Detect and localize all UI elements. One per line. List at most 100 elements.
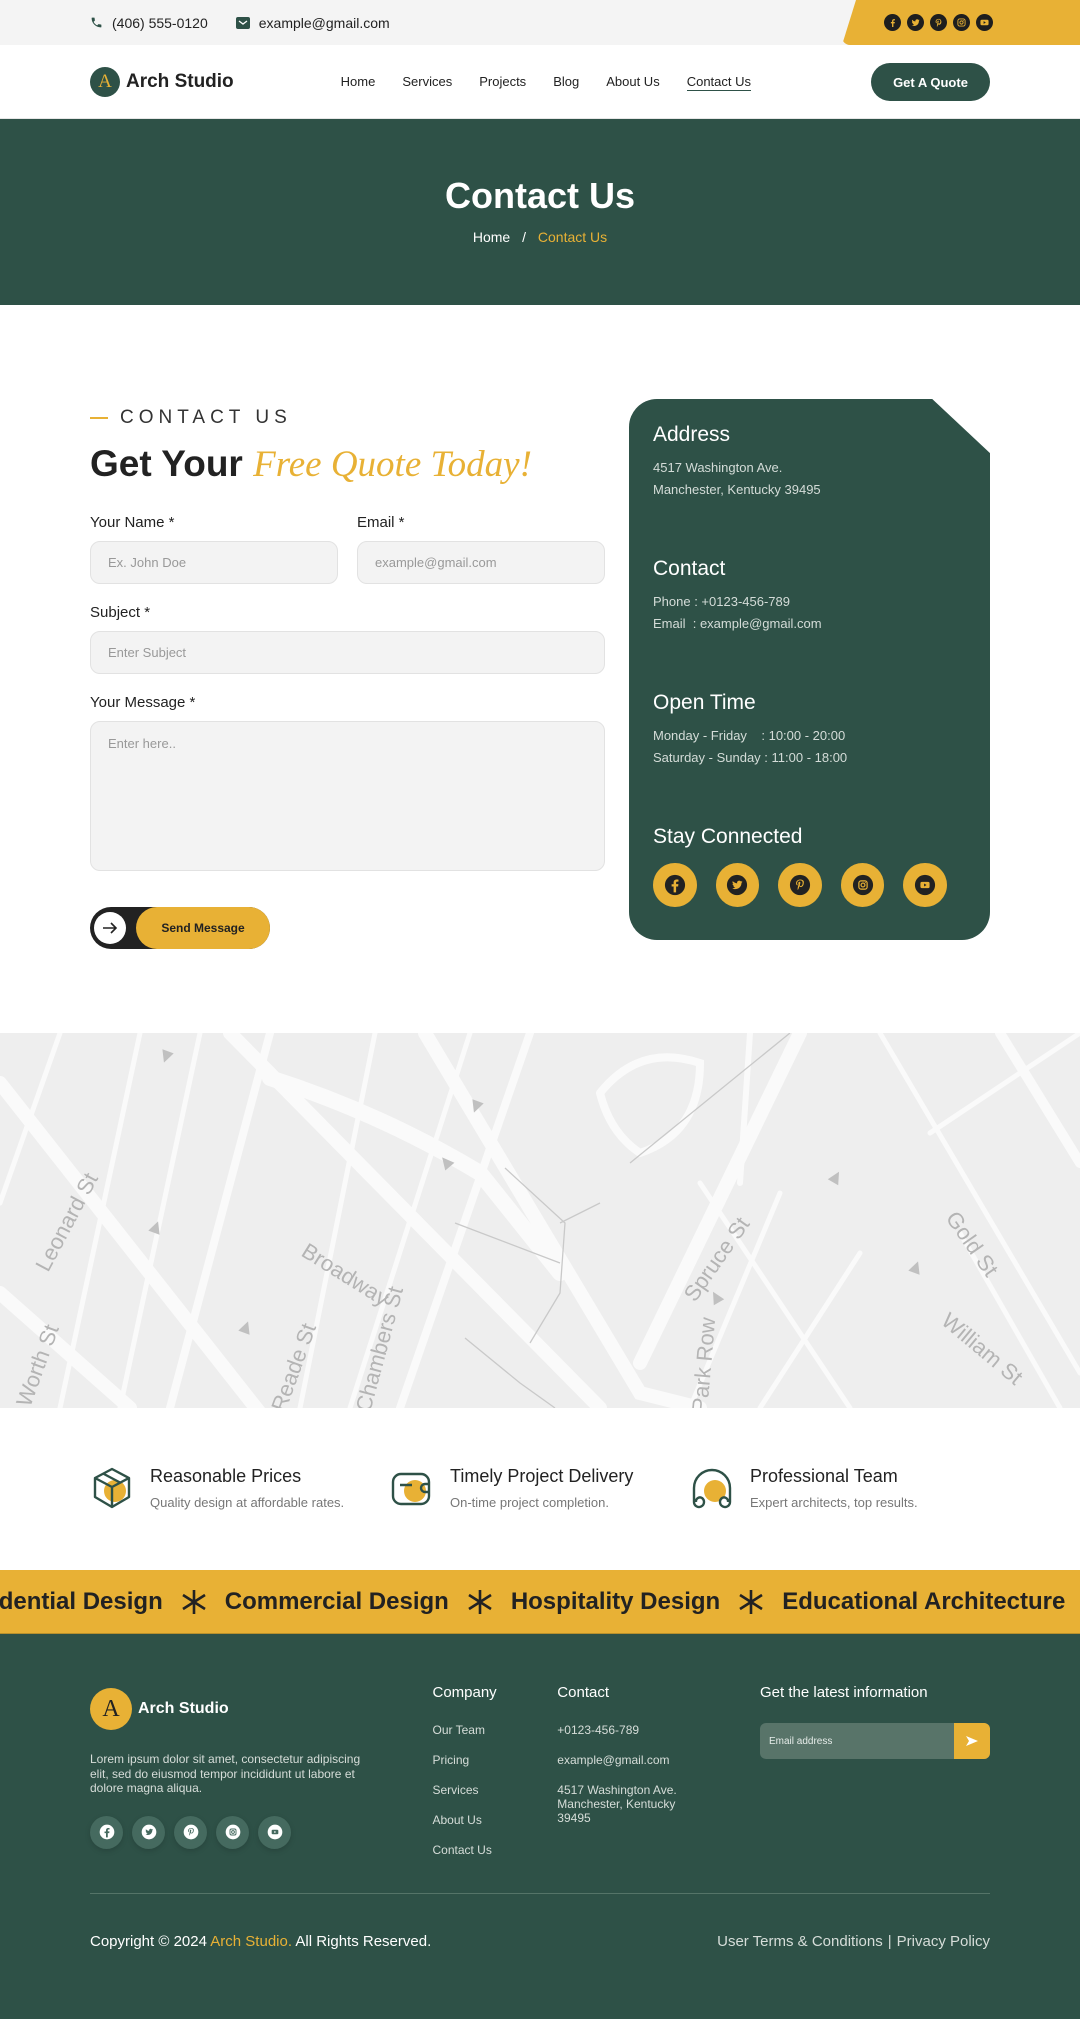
copyright-prefix: Copyright © 2024 xyxy=(90,1932,211,1950)
marquee-track: Residential Design Commercial Design Hos… xyxy=(0,1588,1080,1616)
map-label-chambers-st: Chambers St xyxy=(351,1284,408,1408)
feature-desc: Expert architects, top results. xyxy=(750,1495,918,1510)
breadcrumb-current: Contact Us xyxy=(537,229,608,245)
address-block: Address 4517 Washington Ave. Manchester,… xyxy=(653,423,966,501)
instagram-icon[interactable] xyxy=(953,14,970,31)
name-input[interactable] xyxy=(90,541,338,584)
youtube-icon[interactable] xyxy=(903,863,947,907)
mail-icon xyxy=(235,16,250,29)
map-label-william-st: William St xyxy=(937,1308,1028,1390)
nav-item-blog[interactable]: Blog xyxy=(553,74,579,91)
email-input[interactable] xyxy=(357,541,605,584)
contact-block: Contact Phone : +0123-456-789 Email : ex… xyxy=(653,557,966,635)
topbar-phone-text: (406) 555-0120 xyxy=(112,14,208,31)
location-map[interactable]: Leonard St Broadway Worth St Reade St Ch… xyxy=(0,1033,1080,1408)
send-message-label: Send Message xyxy=(136,907,270,949)
subject-input[interactable] xyxy=(90,631,605,674)
footer-link-contact-us[interactable]: Contact Us xyxy=(432,1843,557,1857)
twitter-icon[interactable] xyxy=(907,14,924,31)
breadcrumb-home[interactable]: Home xyxy=(473,229,510,245)
facebook-icon[interactable] xyxy=(884,14,901,31)
address-line-2: Manchester, Kentucky 39495 xyxy=(653,482,821,497)
headline-script: Free Quote Today! xyxy=(253,444,532,485)
subject-label: Subject * xyxy=(90,604,151,621)
top-bar: (406) 555-0120 example@gmail.com xyxy=(0,0,1080,45)
footer-bottom-bar: Copyright © 2024 Arch Studio. All Rights… xyxy=(90,1894,990,1988)
map-label-worth-st: Worth St xyxy=(11,1321,64,1408)
facebook-icon[interactable] xyxy=(653,863,697,907)
footer-contact-phone[interactable]: +0123-456-789 xyxy=(557,1723,760,1737)
get-a-quote-button[interactable]: Get A Quote xyxy=(871,63,990,101)
footer-newsletter-column: Get the latest information xyxy=(760,1684,990,1893)
privacy-link[interactable]: Privacy Policy xyxy=(897,1933,990,1950)
pinterest-icon[interactable] xyxy=(930,14,947,31)
footer-social-links xyxy=(90,1815,432,1849)
footer-link-our-team[interactable]: Our Team xyxy=(432,1723,557,1737)
contact-email[interactable]: Email : example@gmail.com xyxy=(653,613,966,635)
nav-item-projects[interactable]: Projects xyxy=(479,74,526,91)
page-hero: Contact Us Home / Contact Us xyxy=(0,119,1080,305)
page-title: Contact Us xyxy=(444,175,636,216)
footer-contact-email[interactable]: example@gmail.com xyxy=(557,1753,760,1767)
map-canvas: Leonard St Broadway Worth St Reade St Ch… xyxy=(0,1033,1080,1408)
footer-link-about-us[interactable]: About Us xyxy=(432,1813,557,1827)
map-label-gold-st: Gold St xyxy=(941,1207,1004,1281)
footer-logo[interactable]: A Arch Studio xyxy=(90,1688,432,1730)
nav-item-contact-us[interactable]: Contact Us xyxy=(686,74,752,91)
terms-link[interactable]: User Terms & Conditions xyxy=(717,1933,883,1950)
hours-block: Open Time Monday - Friday : 10:00 - 20:0… xyxy=(653,691,966,769)
send-icon xyxy=(966,1736,978,1746)
topbar-email-text: example@gmail.com xyxy=(258,14,390,31)
instagram-icon[interactable] xyxy=(840,863,885,907)
topbar-social-strip xyxy=(842,0,1080,45)
nav-item-about-us[interactable]: About Us xyxy=(606,74,659,91)
footer-link-pricing[interactable]: Pricing xyxy=(432,1753,557,1767)
youtube-icon[interactable] xyxy=(976,14,993,31)
address-line-1: 4517 Washington Ave. xyxy=(653,460,783,475)
topbar-email[interactable]: example@gmail.com xyxy=(235,14,390,31)
logo[interactable]: A Arch Studio xyxy=(90,67,234,97)
nav-item-services[interactable]: Services xyxy=(402,74,452,91)
email-field-group: Email * xyxy=(357,514,605,584)
logo-mark: A xyxy=(90,67,120,97)
feature-title: Reasonable Prices xyxy=(150,1466,302,1486)
hours-weekend: Saturday - Sunday : 11:00 - 18:00 xyxy=(653,750,848,765)
youtube-icon[interactable] xyxy=(258,1815,291,1849)
arrow-right-icon xyxy=(94,912,126,944)
legal-links: User Terms & Conditions | Privacy Policy xyxy=(717,1933,990,1950)
facebook-icon[interactable] xyxy=(90,1815,123,1849)
message-textarea[interactable] xyxy=(90,721,605,871)
newsletter-submit-button[interactable] xyxy=(954,1723,990,1759)
footer-company-title: Company xyxy=(432,1684,497,1701)
feature-title: Timely Project Delivery xyxy=(450,1466,634,1486)
footer-contact-column: Contact +0123-456-789 example@gmail.com … xyxy=(557,1684,760,1893)
feature-title: Professional Team xyxy=(750,1466,898,1486)
address-title: Address xyxy=(653,423,731,446)
social-title: Stay Connected xyxy=(653,825,803,848)
pinterest-icon[interactable] xyxy=(778,863,822,907)
contact-phone[interactable]: Phone : +0123-456-789 xyxy=(653,591,966,613)
topbar-phone[interactable]: (406) 555-0120 xyxy=(90,15,208,31)
footer-logo-mark: A xyxy=(90,1688,132,1730)
send-message-button[interactable]: Send Message xyxy=(90,907,270,949)
twitter-icon[interactable] xyxy=(715,863,760,907)
instagram-icon[interactable] xyxy=(216,1815,249,1849)
footer-link-services[interactable]: Services xyxy=(432,1783,557,1797)
footer-description: Lorem ipsum dolor sit amet, consectetur … xyxy=(90,1752,361,1795)
map-label-reade-st: Reade St xyxy=(266,1320,321,1408)
newsletter-email-input[interactable] xyxy=(760,1723,954,1759)
eyebrow-text: CONTACT US xyxy=(120,407,292,428)
asterisk-icon xyxy=(738,1589,764,1615)
contact-section: CONTACT US Get Your Free Quote Today! Yo… xyxy=(0,305,1080,1033)
copyright-brand[interactable]: Arch Studio. xyxy=(210,1933,292,1950)
nav-item-home[interactable]: Home xyxy=(341,74,376,91)
footer-company-column: Company Our Team Pricing Services About … xyxy=(432,1684,557,1893)
asterisk-icon xyxy=(181,1589,207,1615)
twitter-icon[interactable] xyxy=(132,1815,165,1849)
pinterest-icon[interactable] xyxy=(174,1815,207,1849)
logo-name: Arch Studio xyxy=(126,71,234,92)
eyebrow-dash xyxy=(90,417,108,419)
section-eyebrow: CONTACT US xyxy=(90,407,605,429)
feature-item: Reasonable Prices Quality design at affo… xyxy=(90,1466,390,1510)
features-section: Reasonable Prices Quality design at affo… xyxy=(0,1408,1080,1570)
